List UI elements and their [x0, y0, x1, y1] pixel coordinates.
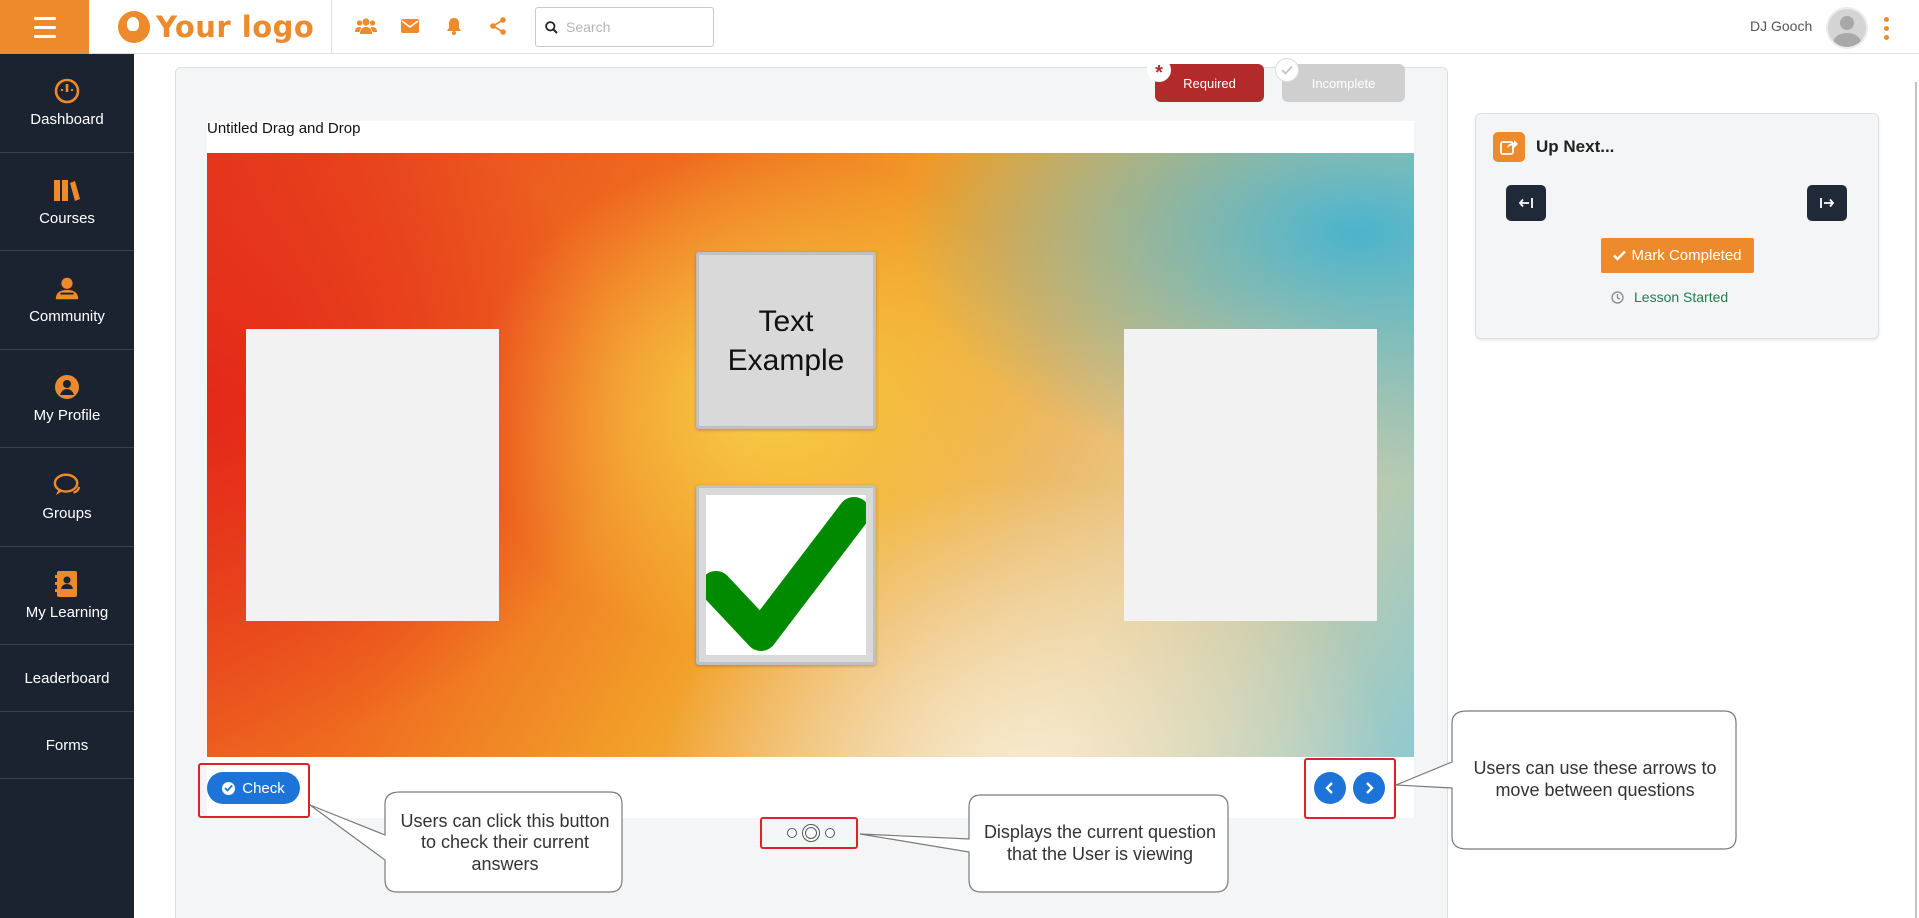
draggable-text-item[interactable]: Text Example [696, 252, 876, 429]
search-input[interactable] [566, 19, 706, 35]
activity-canvas: Text Example [207, 153, 1414, 757]
sidebar-item-my-learning[interactable]: My Learning [0, 547, 134, 645]
highlight-pagination [760, 817, 858, 849]
sidebar-item-label: Courses [39, 209, 95, 227]
draggable-text: Text Example [727, 304, 845, 377]
chat-bubbles-icon [53, 471, 81, 499]
sidebar-item-label: Groups [42, 505, 92, 523]
sidebar-item-label: My Learning [25, 603, 109, 621]
envelope-icon[interactable] [399, 15, 421, 37]
user-name[interactable]: DJ Gooch [1750, 18, 1812, 34]
export-icon [1493, 132, 1525, 162]
activity-title: Untitled Drag and Drop [207, 120, 361, 137]
sidebar-item-groups[interactable]: Groups [0, 448, 134, 547]
incomplete-label: Incomplete [1311, 75, 1376, 91]
sidebar-item-forms[interactable]: Forms [0, 712, 134, 779]
lesson-status: Lesson Started [1611, 289, 1728, 305]
community-icon [53, 274, 81, 302]
sidebar-item-my-profile[interactable]: My Profile [0, 350, 134, 448]
callout-check-text: Users can click this button to check the… [400, 810, 610, 874]
header-icon-group [355, 15, 509, 37]
logo-mark-icon [118, 11, 150, 43]
up-next-title: Up Next... [1536, 137, 1615, 156]
top-bar: Your logo DJ Gooch [0, 0, 1919, 54]
sidebar-item-label: Dashboard [30, 111, 104, 129]
callout-pagination-text: Displays the current question that the U… [983, 822, 1217, 864]
contact-book-icon [53, 570, 81, 598]
arrow-right-to-bar-icon [1820, 198, 1834, 208]
drop-zone-left[interactable] [246, 329, 499, 621]
highlight-check-button [198, 763, 310, 818]
incomplete-badge: Incomplete [1275, 58, 1405, 102]
required-label: Required [1183, 75, 1236, 91]
search-icon [545, 20, 558, 34]
required-badge: * Required [1147, 58, 1264, 102]
sidebar-item-leaderboard[interactable]: Leaderboard [0, 645, 134, 712]
clock-icon [1611, 290, 1624, 304]
sidebar-item-label: Community [29, 308, 105, 326]
draggable-image-item[interactable] [696, 485, 876, 665]
sidebar-item-courses[interactable]: Courses [0, 153, 134, 251]
sidebar-item-label: Forms [45, 736, 89, 754]
green-checkmark-image [700, 495, 870, 655]
users-icon[interactable] [355, 15, 377, 37]
sidebar-item-label: My Profile [33, 406, 101, 424]
highlight-nav-arrows [1304, 758, 1396, 819]
search-box[interactable] [535, 7, 714, 47]
more-options-icon[interactable] [1884, 17, 1889, 40]
sidebar-item-community[interactable]: Community [0, 251, 134, 350]
lesson-status-label: Lesson Started [1634, 289, 1729, 305]
asterisk-icon: * [1147, 58, 1171, 83]
menu-toggle-button[interactable] [0, 0, 89, 54]
hamburger-icon [33, 14, 56, 41]
previous-lesson-button[interactable] [1506, 185, 1546, 221]
avatar[interactable] [1826, 7, 1868, 49]
checkmark-icon [1275, 58, 1299, 82]
sidebar: Dashboard Courses Community My Profile G… [0, 54, 134, 918]
sidebar-item-dashboard[interactable]: Dashboard [0, 54, 134, 153]
user-circle-icon [53, 373, 81, 401]
checkmark-icon [1613, 250, 1627, 261]
drop-zone-right[interactable] [1124, 329, 1377, 621]
mark-completed-label: Mark Completed [1631, 247, 1742, 264]
next-lesson-button[interactable] [1807, 185, 1847, 221]
arrow-left-to-bar-icon [1519, 198, 1533, 208]
callout-arrows-text: Users can use these arrows to move betwe… [1473, 758, 1717, 800]
logo[interactable]: Your logo [118, 9, 314, 45]
share-icon[interactable] [487, 15, 509, 37]
divider [331, 0, 332, 54]
bell-icon[interactable] [443, 15, 465, 37]
mark-completed-button[interactable]: Mark Completed [1601, 238, 1754, 273]
books-icon [53, 176, 81, 204]
logo-text: Your logo [156, 10, 315, 44]
scrollbar[interactable] [1915, 82, 1917, 918]
dashboard-icon [53, 77, 81, 105]
sidebar-item-label: Leaderboard [24, 669, 110, 687]
